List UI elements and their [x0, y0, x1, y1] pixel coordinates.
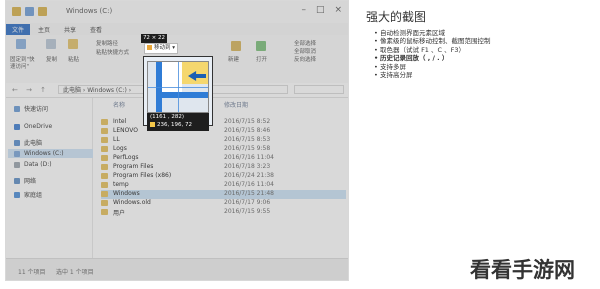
sidebar-item-network[interactable]: 网络 — [14, 176, 36, 185]
pixel-info-box: (1161 , 282) 236, 196, 72 — [147, 113, 209, 131]
item-count: 11 个项目 — [18, 269, 46, 276]
column-header-date[interactable]: 修改日期 — [224, 100, 248, 109]
rgb-value: 236, 196, 72 — [157, 122, 192, 128]
search-box[interactable] — [294, 85, 344, 94]
magnified-blue-line — [156, 92, 208, 98]
watermark-text: 看看手游网 — [470, 258, 575, 282]
open-icon[interactable] — [256, 41, 266, 51]
table-row[interactable]: LL 2016/7/15 8:53 — [101, 136, 346, 145]
selected-count: 选中 1 个项目 — [56, 269, 94, 276]
move-to-button[interactable]: 移动到 ▾ — [144, 43, 178, 54]
drive-icon — [14, 161, 20, 168]
folder-icon — [101, 155, 108, 161]
new-folder-ribbon-icon[interactable] — [231, 41, 241, 51]
pixel-color: 236, 196, 72 — [150, 121, 209, 129]
copy-icon[interactable] — [46, 39, 56, 49]
navigation-pane: 快速访问 OneDrive 此电脑 Windows (C:) Data (D:)… — [6, 98, 94, 258]
nav-arrows-icon[interactable]: ← → ↑ — [12, 86, 49, 94]
cloud-icon — [14, 123, 20, 130]
magnifier — [147, 61, 209, 113]
folder-icon — [101, 128, 108, 134]
sidebar-item-quick-access[interactable]: 快速访问 — [14, 104, 48, 113]
color-swatch — [150, 122, 155, 127]
pin-quick-access-label: 固定到"快速访问" — [10, 57, 35, 70]
crosshair-vertical — [178, 62, 179, 112]
select-none-label[interactable]: 全部取消 — [294, 49, 316, 56]
table-row[interactable]: Intel 2016/7/15 8:52 — [101, 118, 346, 127]
feature-item: 支持多屏 — [374, 63, 491, 72]
table-row[interactable]: 用户 2016/7/15 9:55 — [101, 208, 346, 217]
cursor-coordinates: (1161 , 282) — [150, 114, 185, 120]
sidebar-item-data-d[interactable]: Data (D:) — [14, 161, 52, 168]
tab-share[interactable]: 共享 — [58, 24, 82, 35]
pin-icon[interactable] — [16, 39, 26, 49]
copy-label: 复制 — [46, 57, 58, 63]
star-icon — [14, 105, 20, 112]
sidebar-item-homegroup[interactable]: 家庭组 — [14, 190, 42, 199]
folder-icon — [101, 182, 108, 188]
folder-icon — [12, 7, 21, 16]
panel-heading: 强大的截图 — [366, 10, 427, 24]
sidebar-item-onedrive[interactable]: OneDrive — [14, 123, 52, 130]
feature-item: 支持高分屏 — [374, 71, 491, 80]
network-icon — [14, 177, 20, 184]
sidebar-item-windows-c[interactable]: Windows (C:) — [8, 149, 94, 158]
new-folder-icon[interactable] — [38, 7, 47, 16]
folder-icon — [101, 119, 108, 125]
paste-icon[interactable] — [68, 39, 78, 49]
computer-icon — [14, 139, 20, 146]
selection-size-label: 72 × 22 — [141, 34, 167, 43]
table-row-selected[interactable]: Windows 2016/7/15 21:48 — [101, 190, 346, 199]
new-label: 新建 — [228, 57, 240, 63]
status-bar: 11 个项目 选中 1 个项目 — [6, 258, 348, 280]
select-all-label[interactable]: 全部选择 — [294, 41, 316, 48]
paste-shortcut-label[interactable]: 粘贴快捷方式 — [96, 50, 129, 57]
folder-icon — [101, 146, 108, 152]
window-title: Windows (C:) — [66, 7, 113, 15]
folder-icon — [101, 137, 108, 143]
maximize-icon[interactable]: □ — [316, 5, 325, 15]
tab-home[interactable]: 主页 — [32, 24, 56, 35]
minimize-icon[interactable]: – — [301, 5, 306, 15]
title-bar: Windows (C:) – □ × — [6, 1, 348, 24]
table-row[interactable]: Windows.old 2016/7/17 9:06 — [101, 199, 346, 208]
open-label: 打开 — [256, 57, 268, 63]
column-header-name[interactable]: 名称 — [113, 100, 125, 109]
tab-file[interactable]: 文件 — [6, 24, 31, 35]
properties-icon[interactable] — [25, 7, 34, 16]
copy-path-label[interactable]: 复制路径 — [96, 41, 118, 48]
drive-icon — [14, 150, 20, 157]
paste-label: 粘贴 — [68, 57, 80, 63]
feature-item: 取色器（试试 F1 、C 、F3） — [374, 46, 491, 55]
feature-item: 像素级的鼠标移动控制、截图范围控制 — [374, 37, 491, 46]
ribbon-tabs: 文件 主页 共享 查看 — [6, 23, 348, 35]
folder-icon — [101, 164, 108, 170]
table-row[interactable]: temp 2016/7/16 11:04 — [101, 181, 346, 190]
homegroup-icon — [14, 191, 20, 198]
table-row[interactable]: Logs 2016/7/15 9:58 — [101, 145, 346, 154]
feature-list: 自动检测界面元素区域 像素级的鼠标移动控制、截图范围控制 取色器（试试 F1 、… — [374, 29, 491, 80]
window-controls: – □ × — [301, 5, 342, 15]
table-row[interactable]: PerfLogs 2016/7/16 11:04 — [101, 154, 346, 163]
file-list: 名称 修改日期 Intel 2016/7/15 8:52 LENOVO 2016/7… — [93, 98, 348, 258]
quick-access-toolbar — [12, 7, 47, 16]
tab-view[interactable]: 查看 — [84, 24, 108, 35]
table-row[interactable]: Program Files (x86) 2016/7/24 21:38 — [101, 172, 346, 181]
folder-icon — [101, 209, 108, 215]
table-row[interactable]: LENOVO 2016/7/15 8:46 — [101, 127, 346, 136]
folder-icon — [101, 191, 108, 197]
move-icon — [147, 45, 152, 50]
table-row[interactable]: Program Files 2016/7/18 3:23 — [101, 163, 346, 172]
close-icon[interactable]: × — [334, 5, 342, 15]
feature-item: 历史记录回放（ , / . ） — [374, 54, 491, 63]
folder-icon — [101, 200, 108, 206]
sidebar-item-this-pc[interactable]: 此电脑 — [14, 138, 42, 147]
invert-selection-label[interactable]: 反向选择 — [294, 57, 316, 64]
folder-icon — [101, 173, 108, 179]
explorer-screenshot: Windows (C:) – □ × 文件 主页 共享 查看 固定到"快速访问"… — [5, 0, 349, 281]
